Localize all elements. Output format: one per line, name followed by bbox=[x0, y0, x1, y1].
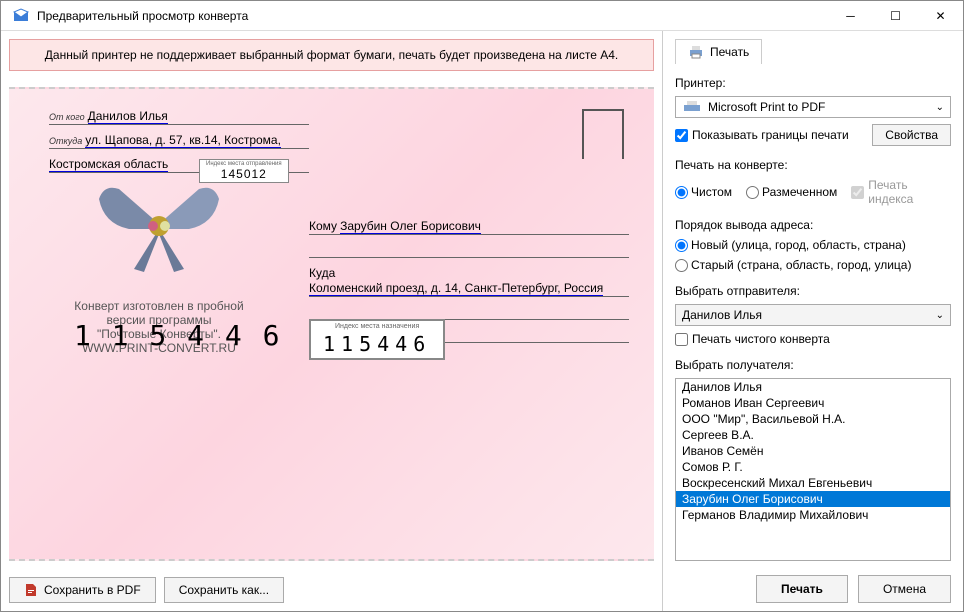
from-addr-label: Откуда bbox=[49, 136, 82, 146]
titlebar: Предварительный просмотр конверта ─ ☐ ✕ bbox=[1, 1, 963, 31]
cancel-button[interactable]: Отмена bbox=[858, 575, 951, 603]
addr-order-label: Порядок вывода адреса: bbox=[675, 218, 951, 232]
close-button[interactable]: ✕ bbox=[918, 1, 963, 31]
print-clean-env-checkbox[interactable]: Печать чистого конверта bbox=[675, 332, 951, 346]
from-label: От кого bbox=[49, 112, 85, 122]
from-addr: ул. Щапова, д. 57, кв.14, Кострома, bbox=[85, 133, 281, 148]
to-addr: Коломенский проезд, д. 14, Санкт-Петербу… bbox=[309, 281, 603, 296]
print-tab[interactable]: Печать bbox=[675, 39, 762, 64]
to-name: Зарубин Олег Борисович bbox=[340, 219, 481, 234]
select-sender-label: Выбрать отправителя: bbox=[675, 284, 951, 298]
envelope-preview: От кого Данилов Илья Откуда ул. Щапова, … bbox=[9, 87, 654, 561]
chevron-down-icon: ⌄ bbox=[936, 102, 944, 113]
properties-button[interactable]: Свойства bbox=[872, 124, 951, 146]
save-pdf-button[interactable]: Сохранить в PDF bbox=[9, 577, 156, 603]
maximize-button[interactable]: ☐ bbox=[873, 1, 918, 31]
list-item[interactable]: Романов Иван Сергеевич bbox=[676, 395, 950, 411]
to-index-box: Индекс места назначения 115446 bbox=[309, 319, 445, 360]
list-item[interactable]: Воскресенский Михал Евгеньевич bbox=[676, 475, 950, 491]
radio-order-new[interactable]: Новый (улица, город, область, страна) bbox=[675, 238, 951, 252]
radio-clean[interactable]: Чистом bbox=[675, 178, 732, 206]
list-item[interactable]: Зарубин Олег Борисович bbox=[676, 491, 950, 507]
list-item[interactable]: Данилов Илья bbox=[676, 379, 950, 395]
list-item[interactable]: Иванов Семён bbox=[676, 443, 950, 459]
postal-index-big: 1 1 5 4 4 6 bbox=[74, 319, 281, 352]
from-index-box: Индекс места отправления 145012 bbox=[199, 159, 289, 183]
radio-order-old[interactable]: Старый (страна, область, город, улица) bbox=[675, 258, 951, 272]
select-recipient-label: Выбрать получателя: bbox=[675, 358, 951, 372]
print-on-label: Печать на конверте: bbox=[675, 158, 951, 172]
printer-label: Принтер: bbox=[675, 76, 951, 90]
chevron-down-icon: ⌄ bbox=[936, 310, 944, 321]
sender-select[interactable]: Данилов Илья ⌄ bbox=[675, 304, 951, 326]
show-borders-checkbox[interactable]: Показывать границы печати bbox=[675, 128, 849, 142]
from-name: Данилов Илья bbox=[88, 109, 168, 124]
print-index-checkbox: Печать индекса bbox=[851, 178, 951, 206]
printer-icon bbox=[688, 44, 704, 60]
bow-image bbox=[89, 184, 229, 274]
list-item[interactable]: Сомов Р. Г. bbox=[676, 459, 950, 475]
minimize-button[interactable]: ─ bbox=[828, 1, 873, 31]
from-addr2: Костромская область bbox=[49, 157, 168, 172]
to-label: Кому bbox=[309, 219, 337, 233]
stamp-frame bbox=[582, 109, 624, 159]
recipient-listbox[interactable]: Данилов ИльяРоманов Иван СергеевичООО "М… bbox=[675, 378, 951, 561]
pdf-icon bbox=[24, 583, 38, 597]
save-as-button[interactable]: Сохранить как... bbox=[164, 577, 284, 603]
list-item[interactable]: Германов Владимир Михайлович bbox=[676, 507, 950, 523]
list-item[interactable]: Сергеев В.А. bbox=[676, 427, 950, 443]
window-title: Предварительный просмотр конверта bbox=[37, 9, 828, 23]
list-item[interactable]: ООО "Мир", Васильевой Н.А. bbox=[676, 411, 950, 427]
printer-icon bbox=[682, 99, 702, 115]
warning-banner: Данный принтер не поддерживает выбранный… bbox=[9, 39, 654, 71]
app-icon bbox=[13, 8, 29, 24]
print-button[interactable]: Печать bbox=[756, 575, 848, 603]
to-addr-label: Куда bbox=[309, 266, 335, 280]
printer-select[interactable]: Microsoft Print to PDF ⌄ bbox=[675, 96, 951, 118]
radio-marked[interactable]: Размеченном bbox=[746, 178, 837, 206]
